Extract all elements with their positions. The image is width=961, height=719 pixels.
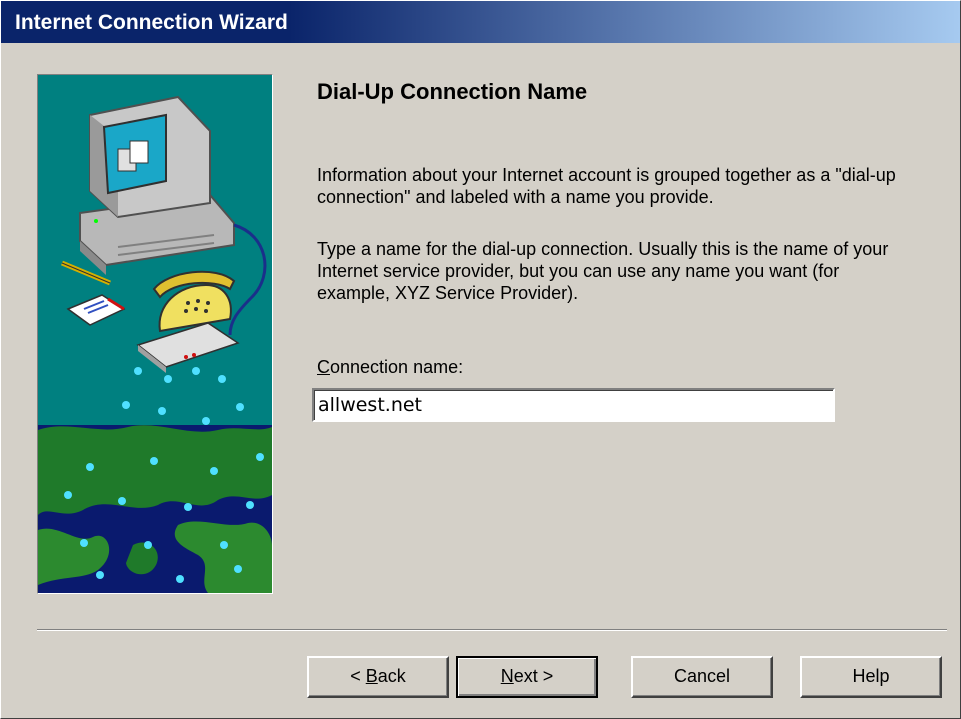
back-button-mnemonic: B — [365, 666, 378, 686]
next-button-mnemonic: N — [500, 666, 514, 686]
wizard-window: Internet Connection Wizard Dial-Up Conne… — [0, 0, 961, 719]
back-button-text: ack — [377, 666, 406, 686]
cancel-button[interactable]: Cancel — [631, 656, 773, 698]
next-button-text: ext > — [513, 666, 554, 686]
connection-name-input[interactable]: allwest.net — [312, 388, 835, 422]
back-button[interactable]: < Back — [307, 656, 449, 698]
page-title: Dial-Up Connection Name — [317, 79, 588, 104]
connection-name-label: Connection name: — [317, 357, 463, 378]
wizard-illustration — [37, 74, 273, 594]
back-button-prefix: < — [350, 666, 366, 686]
description-paragraph-1: Information about your Internet account … — [317, 165, 896, 207]
title-bar[interactable]: Internet Connection Wizard — [1, 1, 960, 43]
description-paragraph-2: Type a name for the dial-up connection. … — [317, 239, 889, 303]
connection-name-label-mnemonic: C — [317, 357, 330, 377]
button-separator — [37, 629, 947, 631]
connection-name-label-text: onnection name: — [330, 357, 464, 377]
help-button[interactable]: Help — [800, 656, 942, 698]
window-title: Internet Connection Wizard — [15, 11, 288, 34]
next-button[interactable]: Next > — [456, 656, 598, 698]
